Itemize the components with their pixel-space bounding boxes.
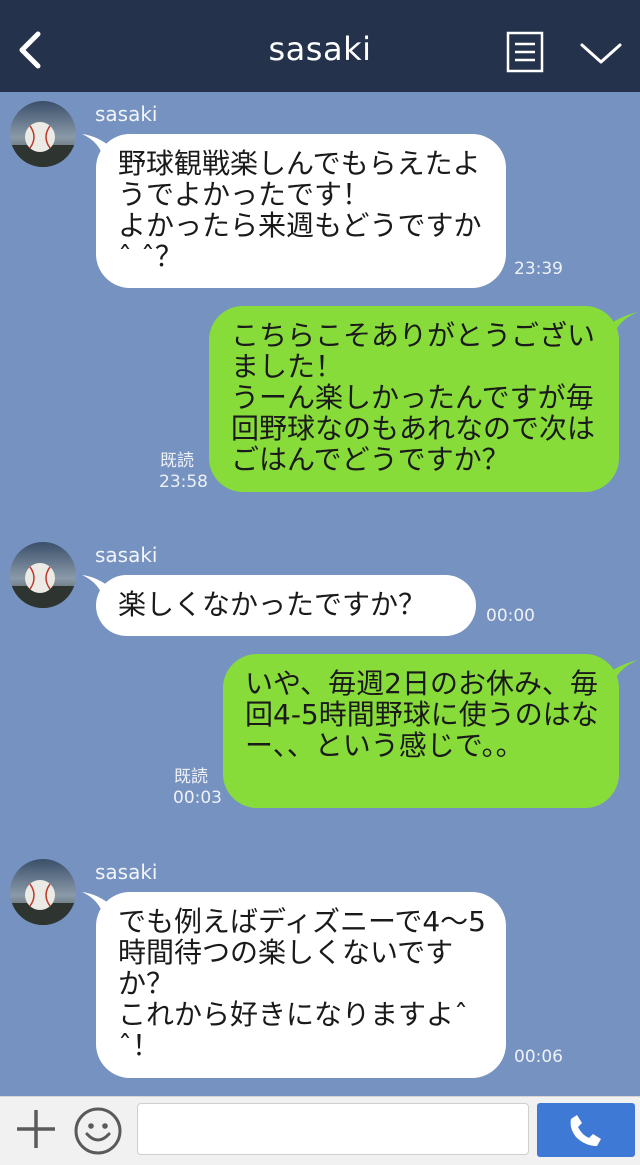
sender-name: sasaki [95,860,158,884]
bubble-tail [604,312,638,338]
plus-icon[interactable] [14,1107,58,1151]
message-bubble[interactable]: でも例えばディズニーで4〜5時間待つの楽しくないですか？ これから好きになります… [96,892,506,1078]
avatar[interactable] [10,859,76,925]
sender-name: sasaki [95,102,158,126]
message-time: 00:00 [486,606,535,626]
message-input[interactable] [137,1103,529,1155]
avatar[interactable] [10,542,76,608]
notes-icon[interactable] [506,31,544,73]
call-button[interactable] [537,1103,635,1157]
baseball-avatar-icon [10,542,76,608]
smile-icon[interactable] [73,1106,123,1156]
message-bubble[interactable]: いや、毎週2日のお休み、毎回4-5時間野球に使うのはなー、、という感じで。。 [223,654,619,808]
message-time: 23:39 [514,259,563,279]
message-time: 23:58 [159,472,208,492]
message-bubble[interactable]: こちらこそありがとうございました！ うーん楽しかったんですが毎回野球なのもあれな… [209,306,619,492]
read-receipt: 既読 [160,451,194,471]
message-bubble[interactable]: 野球観戦楽しんでもらえたようでよかったです！ よかったら来週もどうですかˆ ˆ？ [96,134,506,288]
message-bubble[interactable]: 楽しくなかったですか？ [96,575,476,636]
chevron-down-icon[interactable] [579,38,623,68]
input-bar [0,1096,640,1165]
sender-name: sasaki [95,543,158,567]
phone-icon [570,1115,601,1146]
chat-header: sasaki [0,0,640,92]
avatar[interactable] [10,101,76,167]
chat-title: sasaki [268,30,372,68]
read-receipt: 既読 [174,767,208,787]
message-time: 00:03 [173,788,222,808]
bubble-tail [604,660,638,686]
baseball-avatar-icon [10,101,76,167]
baseball-avatar-icon [10,859,76,925]
message-time: 00:06 [514,1047,563,1067]
